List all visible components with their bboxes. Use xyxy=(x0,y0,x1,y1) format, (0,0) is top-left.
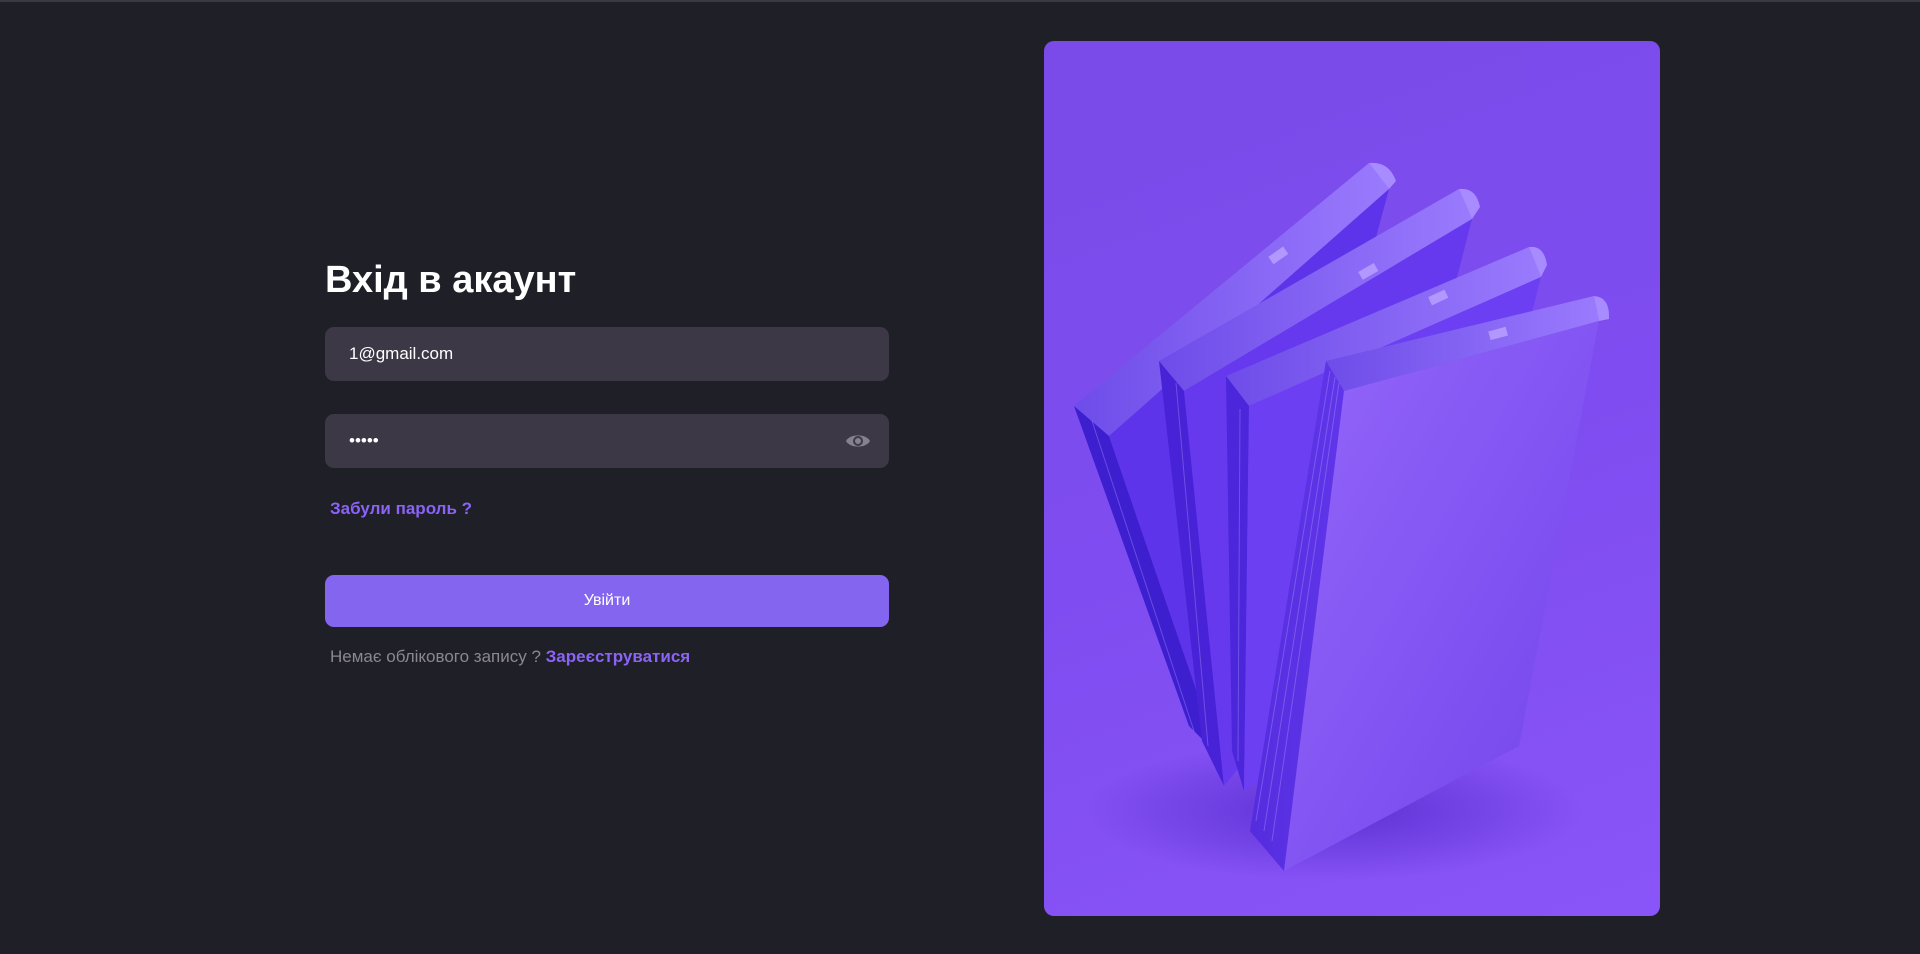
email-field-container xyxy=(325,327,889,381)
login-button[interactable]: Увійти xyxy=(325,575,889,627)
eye-icon[interactable] xyxy=(845,429,871,453)
page-title: Вхід в акаунт xyxy=(325,259,577,301)
email-field[interactable] xyxy=(325,327,889,381)
forgot-password-link[interactable]: Забули пароль ? xyxy=(330,499,472,519)
books-illustration xyxy=(1044,41,1660,916)
password-field-container xyxy=(325,414,889,468)
password-field[interactable] xyxy=(325,414,889,468)
register-row: Немає облікового запису ? Зареєструватис… xyxy=(330,647,889,667)
no-account-text: Немає облікового запису ? xyxy=(330,647,541,666)
login-form: Вхід в акаунт Забули пароль ? Увійти Нем… xyxy=(325,255,889,667)
register-link[interactable]: Зареєструватися xyxy=(546,647,691,666)
top-divider xyxy=(0,0,1920,2)
books-image xyxy=(1074,162,1610,881)
